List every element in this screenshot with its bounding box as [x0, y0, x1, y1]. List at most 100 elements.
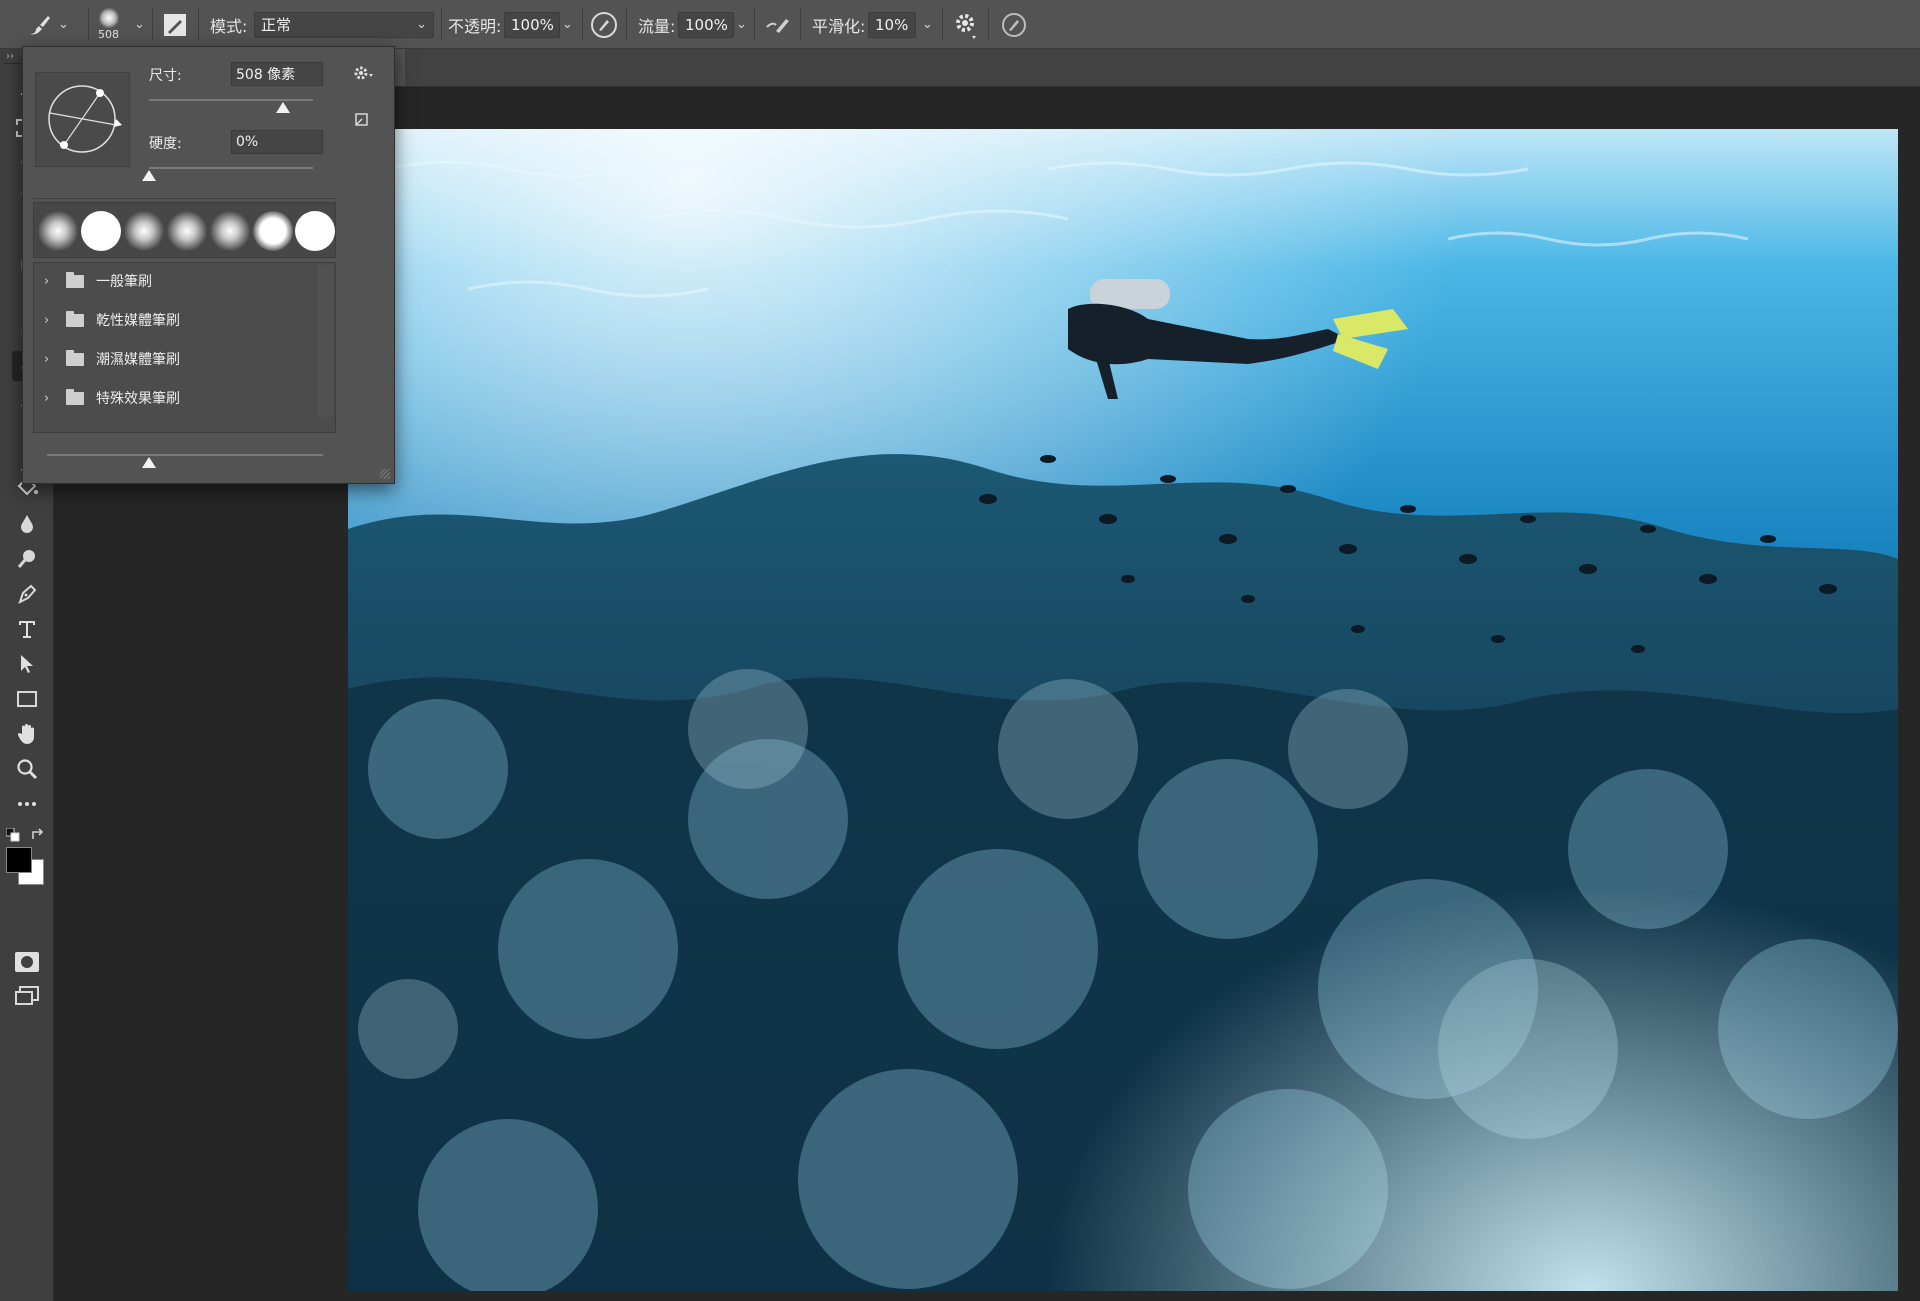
hardness-label: 硬度: [149, 136, 182, 152]
gear-icon [956, 13, 976, 39]
mode-value: 正常 [261, 16, 292, 34]
collapse-toolbar-icon[interactable]: ›› [6, 51, 14, 62]
size-label: 尺寸: [149, 68, 182, 84]
folder-label: 一般筆刷 [96, 274, 152, 290]
preview-size-slider-track[interactable] [47, 454, 323, 456]
brush-options-button[interactable] [353, 65, 375, 85]
folder-icon [66, 310, 84, 327]
type-icon [19, 621, 35, 638]
quick-mask-button[interactable] [12, 947, 42, 977]
swap-arrows-icon [32, 828, 44, 839]
mode-label: 模式: [210, 16, 248, 36]
foreground-color-fill [7, 848, 31, 872]
folder-general-brushes[interactable]: › 一般筆刷 [44, 263, 344, 299]
ellipsis-icon [18, 802, 36, 806]
default-colors-button[interactable] [5, 827, 20, 846]
hardness-slider-thumb[interactable] [142, 170, 156, 181]
rectangle-tool[interactable] [12, 684, 42, 714]
pressure-size-icon [1002, 12, 1026, 37]
mode-select[interactable]: 正常 ⌄ [254, 11, 434, 38]
arrow-cursor-icon [21, 655, 33, 673]
swap-colors-button[interactable] [30, 827, 46, 847]
preview-size-slider-thumb[interactable] [142, 457, 157, 468]
size-slider-thumb[interactable] [276, 102, 291, 113]
flow-label: 流量: [638, 16, 676, 36]
pressure-opacity-icon [591, 11, 617, 38]
folder-icon [66, 388, 84, 405]
soft-round-preset[interactable] [210, 211, 250, 251]
screen-mode-button[interactable] [12, 981, 42, 1011]
opacity-label: 不透明: [448, 16, 502, 36]
airbrush-icon [766, 18, 789, 33]
brush-settings-icon [164, 13, 186, 36]
size-slider-track[interactable] [149, 99, 313, 101]
brush-angle-preview[interactable] [35, 72, 130, 167]
hard-round-large-preset[interactable] [295, 211, 335, 251]
flow-field[interactable]: 100% [678, 11, 734, 38]
brush-preset-popup: 尺寸: 508 像素 硬度: 0% › 一般筆刷 › 乾性媒體筆刷 › 潮濕媒體… [22, 46, 395, 484]
airbrush-button[interactable] [764, 0, 792, 49]
hardness-slider-track[interactable] [149, 167, 313, 169]
options-bar: ⌄ 508 ⌄ 模式: 正常 ⌄ 不透明: 100% ⌄ 流量: 100% ⌄ … [0, 0, 1920, 49]
opacity-field[interactable]: 100% [504, 11, 560, 38]
smoothing-slider-toggle[interactable]: ⌄ [922, 0, 933, 49]
soft-round-preset[interactable] [124, 211, 164, 251]
brush-picker-chevron[interactable]: ⌄ [134, 0, 145, 49]
folder-icon [66, 349, 84, 366]
rectangle-icon [17, 691, 37, 707]
hand-icon [17, 724, 34, 744]
reset-brush-button[interactable] [353, 111, 369, 131]
smoothing-options-button[interactable] [952, 0, 978, 49]
blur-tool[interactable] [12, 509, 42, 539]
folder-special-effects-brushes[interactable]: › 特殊效果筆刷 [44, 380, 344, 416]
soft-round-preset[interactable] [38, 211, 78, 251]
new-preset-icon [355, 113, 368, 126]
foreground-color-swatch[interactable] [6, 847, 32, 873]
hardness-field[interactable]: 0% [231, 130, 323, 154]
soft-round-large-preset[interactable] [253, 211, 293, 251]
opacity-slider-toggle[interactable]: ⌄ [562, 0, 573, 49]
soft-round-preset[interactable] [167, 211, 207, 251]
magnifier-icon [17, 759, 38, 780]
chevron-down-icon: ⌄ [58, 17, 69, 32]
folder-label: 潮濕媒體筆刷 [96, 352, 180, 368]
brush-size-readout: 508 [98, 28, 119, 41]
hand-tool[interactable] [12, 719, 42, 749]
flow-slider-toggle[interactable]: ⌄ [736, 0, 747, 49]
more-tools[interactable] [12, 789, 42, 819]
path-select-tool[interactable] [12, 649, 42, 679]
hard-round-preset[interactable] [81, 211, 121, 251]
chevron-down-icon: ⌄ [416, 17, 427, 32]
type-tool[interactable] [12, 614, 42, 644]
soft-brush-icon [98, 8, 119, 28]
pen-tool[interactable] [12, 579, 42, 609]
folder-wet-media-brushes[interactable]: › 潮濕媒體筆刷 [44, 341, 344, 377]
dodge-tool[interactable] [12, 544, 42, 574]
folder-label: 特殊效果筆刷 [96, 391, 180, 407]
dodge-icon [17, 550, 35, 568]
chevron-down-icon: ⌄ [562, 17, 573, 32]
smoothing-label: 平滑化: [812, 16, 866, 36]
brush-tool-preset-button[interactable]: ⌄ [26, 0, 69, 49]
brush-icon [30, 15, 50, 34]
size-field[interactable]: 508 像素 [231, 62, 323, 86]
folder-dry-media-brushes[interactable]: › 乾性媒體筆刷 [44, 302, 344, 338]
chevron-right-icon: › [44, 351, 50, 367]
zoom-tool[interactable] [12, 754, 42, 784]
tab-edge [395, 49, 405, 86]
folder-icon [66, 271, 84, 288]
brush-preset-strip [33, 202, 336, 258]
drop-icon [21, 515, 33, 533]
pen-icon [18, 584, 37, 604]
pressure-opacity-button[interactable] [590, 0, 618, 49]
pressure-size-button[interactable] [1000, 0, 1028, 49]
resize-grip[interactable] [380, 469, 390, 479]
chevron-right-icon: › [44, 312, 50, 328]
brush-settings-panel-toggle[interactable] [162, 0, 188, 49]
chevron-down-icon: ⌄ [922, 17, 933, 32]
smoothing-field[interactable]: 10% [868, 11, 916, 38]
folder-label: 乾性媒體筆刷 [96, 313, 180, 329]
underwater-photo[interactable] [348, 129, 1898, 1291]
chevron-right-icon: › [44, 390, 50, 406]
brush-preset-picker[interactable]: 508 [98, 0, 119, 49]
